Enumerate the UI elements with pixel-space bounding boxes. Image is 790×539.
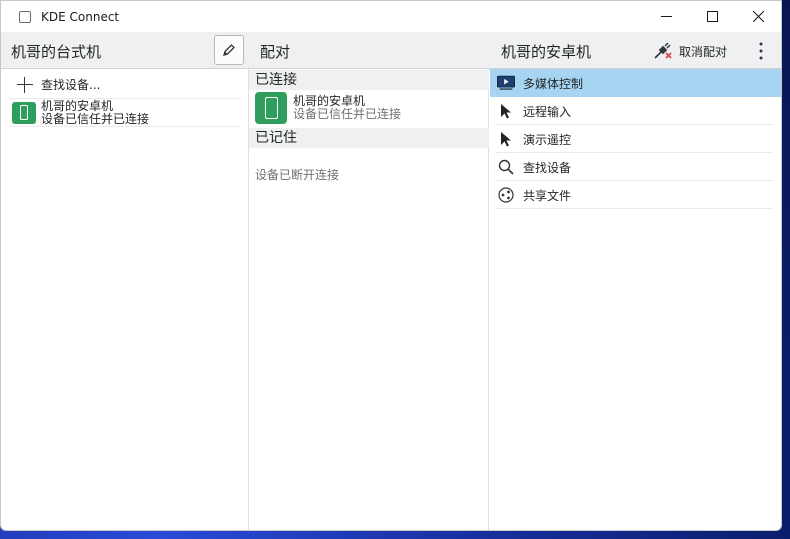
kde-connect-window: KDE Connect 机哥的台式机 配对 机哥的安卓机 取消配对 查找设备..… bbox=[0, 0, 782, 531]
local-device-name: 机哥的台式机 bbox=[11, 43, 102, 61]
find-devices-label: 查找设备... bbox=[41, 78, 101, 92]
plugin-label: 共享文件 bbox=[523, 188, 572, 203]
app-icon bbox=[19, 10, 31, 23]
close-icon bbox=[752, 11, 764, 22]
plugin-panel: 多媒体控制 远程输入 演示遥控 查找设备 共享文件 bbox=[490, 69, 781, 530]
smartphone-icon bbox=[255, 92, 287, 124]
device-name: 机哥的安卓机 bbox=[41, 98, 114, 113]
unpair-label: 取消配对 bbox=[679, 44, 728, 59]
plus-icon bbox=[17, 76, 33, 93]
window-title: KDE Connect bbox=[41, 9, 120, 24]
plugin-item-media-control[interactable]: 多媒体控制 bbox=[490, 69, 781, 97]
plugin-item-presenter[interactable]: 演示遥控 bbox=[490, 125, 781, 153]
pointer-icon bbox=[497, 102, 515, 120]
header-row: 机哥的台式机 配对 机哥的安卓机 取消配对 bbox=[1, 32, 781, 69]
maximize-button[interactable] bbox=[689, 1, 735, 32]
title-bar: KDE Connect bbox=[1, 1, 781, 32]
more-options-button[interactable] bbox=[753, 38, 769, 64]
connected-device-status: 设备已信任并已连接 bbox=[293, 107, 402, 121]
remembered-section-header: 已记住 bbox=[249, 128, 489, 148]
plugin-label: 多媒体控制 bbox=[523, 76, 584, 91]
plugin-item-share-files[interactable]: 共享文件 bbox=[490, 181, 781, 209]
smartphone-icon bbox=[12, 101, 36, 124]
plugin-label: 演示遥控 bbox=[523, 132, 572, 147]
connected-device-item[interactable]: 机哥的安卓机 设备已信任并已连接 bbox=[255, 92, 401, 124]
plugin-label: 远程输入 bbox=[523, 104, 572, 119]
find-devices-item[interactable]: 查找设备... bbox=[9, 71, 241, 99]
unpair-button[interactable]: 取消配对 bbox=[653, 39, 727, 63]
plugin-item-find-device[interactable]: 查找设备 bbox=[490, 153, 781, 181]
minimize-button[interactable] bbox=[643, 1, 689, 32]
search-icon bbox=[497, 158, 515, 176]
share-icon bbox=[497, 186, 515, 204]
remote-device-name: 机哥的安卓机 bbox=[501, 43, 592, 61]
remembered-device-status: 设备已断开连接 bbox=[255, 168, 340, 182]
unplug-icon bbox=[654, 42, 672, 59]
device-status: 设备已信任并已连接 bbox=[41, 111, 150, 126]
presenter-pointer-icon bbox=[497, 130, 515, 148]
close-button[interactable] bbox=[735, 1, 781, 32]
maximize-icon bbox=[706, 11, 718, 22]
kebab-menu-icon bbox=[759, 42, 763, 60]
pairing-panel: 已连接 机哥的安卓机 设备已信任并已连接 已记住 设备已断开连接 bbox=[249, 69, 489, 530]
plugin-item-remote-input[interactable]: 远程输入 bbox=[490, 97, 781, 125]
minimize-icon bbox=[660, 16, 672, 17]
rename-device-button[interactable] bbox=[214, 35, 244, 65]
device-list-item[interactable]: 机哥的安卓机 设备已信任并已连接 bbox=[9, 99, 241, 127]
window-controls bbox=[643, 1, 781, 32]
pair-title: 配对 bbox=[260, 43, 291, 61]
plugin-label: 查找设备 bbox=[523, 160, 572, 175]
media-player-icon bbox=[497, 74, 515, 92]
device-list-panel: 查找设备... 机哥的安卓机 设备已信任并已连接 bbox=[1, 69, 249, 530]
pencil-icon bbox=[223, 44, 235, 56]
connected-section-header: 已连接 bbox=[249, 70, 489, 90]
